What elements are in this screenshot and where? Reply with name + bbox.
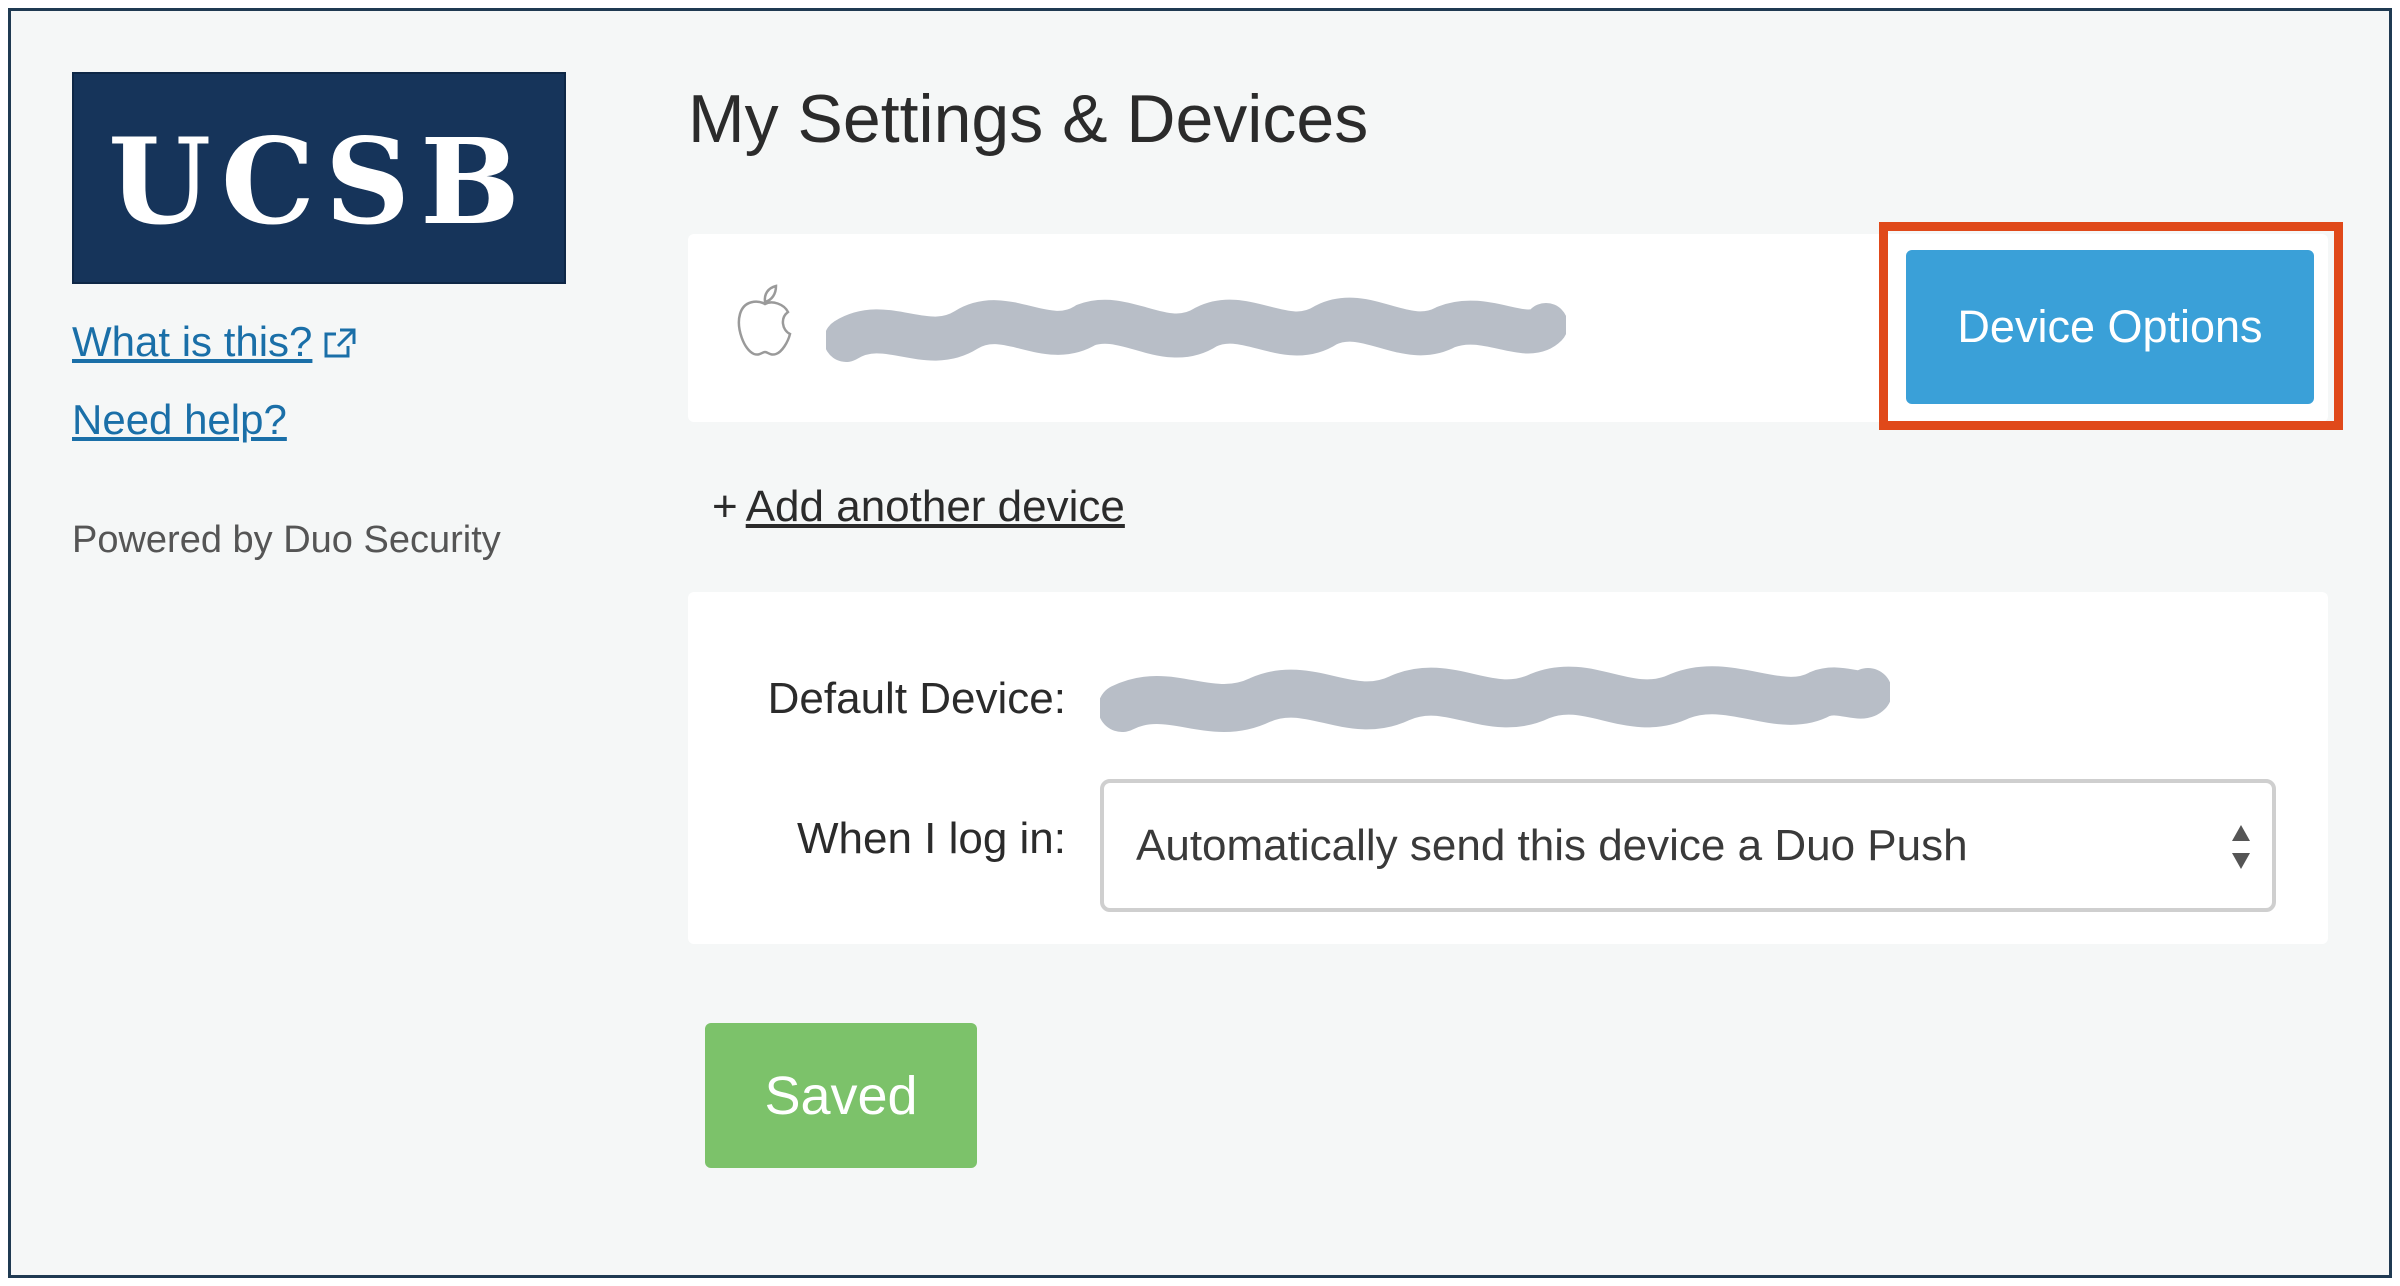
default-device-redacted: [1100, 666, 1890, 732]
need-help-link[interactable]: Need help?: [72, 396, 287, 444]
what-is-this-link[interactable]: What is this?: [72, 318, 358, 366]
ucsb-logo: UCSB: [72, 72, 566, 284]
login-action-value: Automatically send this device a Duo Pus…: [1136, 821, 1968, 870]
select-arrows-icon: [2232, 825, 2250, 869]
device-options-button[interactable]: Device Options: [1906, 250, 2314, 404]
add-device-plus: +: [712, 482, 738, 531]
login-action-select[interactable]: Automatically send this device a Duo Pus…: [1100, 779, 2276, 912]
add-device-label[interactable]: Add another device: [746, 482, 1125, 531]
add-device-link[interactable]: + Add another device: [712, 482, 1125, 532]
powered-by-text: Powered by Duo Security: [72, 519, 501, 561]
saved-button[interactable]: Saved: [705, 1023, 977, 1168]
default-device-label: Default Device:: [767, 674, 1066, 723]
when-login-label: When I log in:: [796, 814, 1066, 863]
apple-icon: [737, 284, 792, 356]
what-is-this-label[interactable]: What is this?: [72, 318, 312, 365]
logo-text: UCSB: [108, 111, 530, 251]
external-link-icon: [324, 328, 356, 358]
device-name-redacted: [826, 297, 1566, 362]
page-title: My Settings & Devices: [688, 81, 1369, 157]
